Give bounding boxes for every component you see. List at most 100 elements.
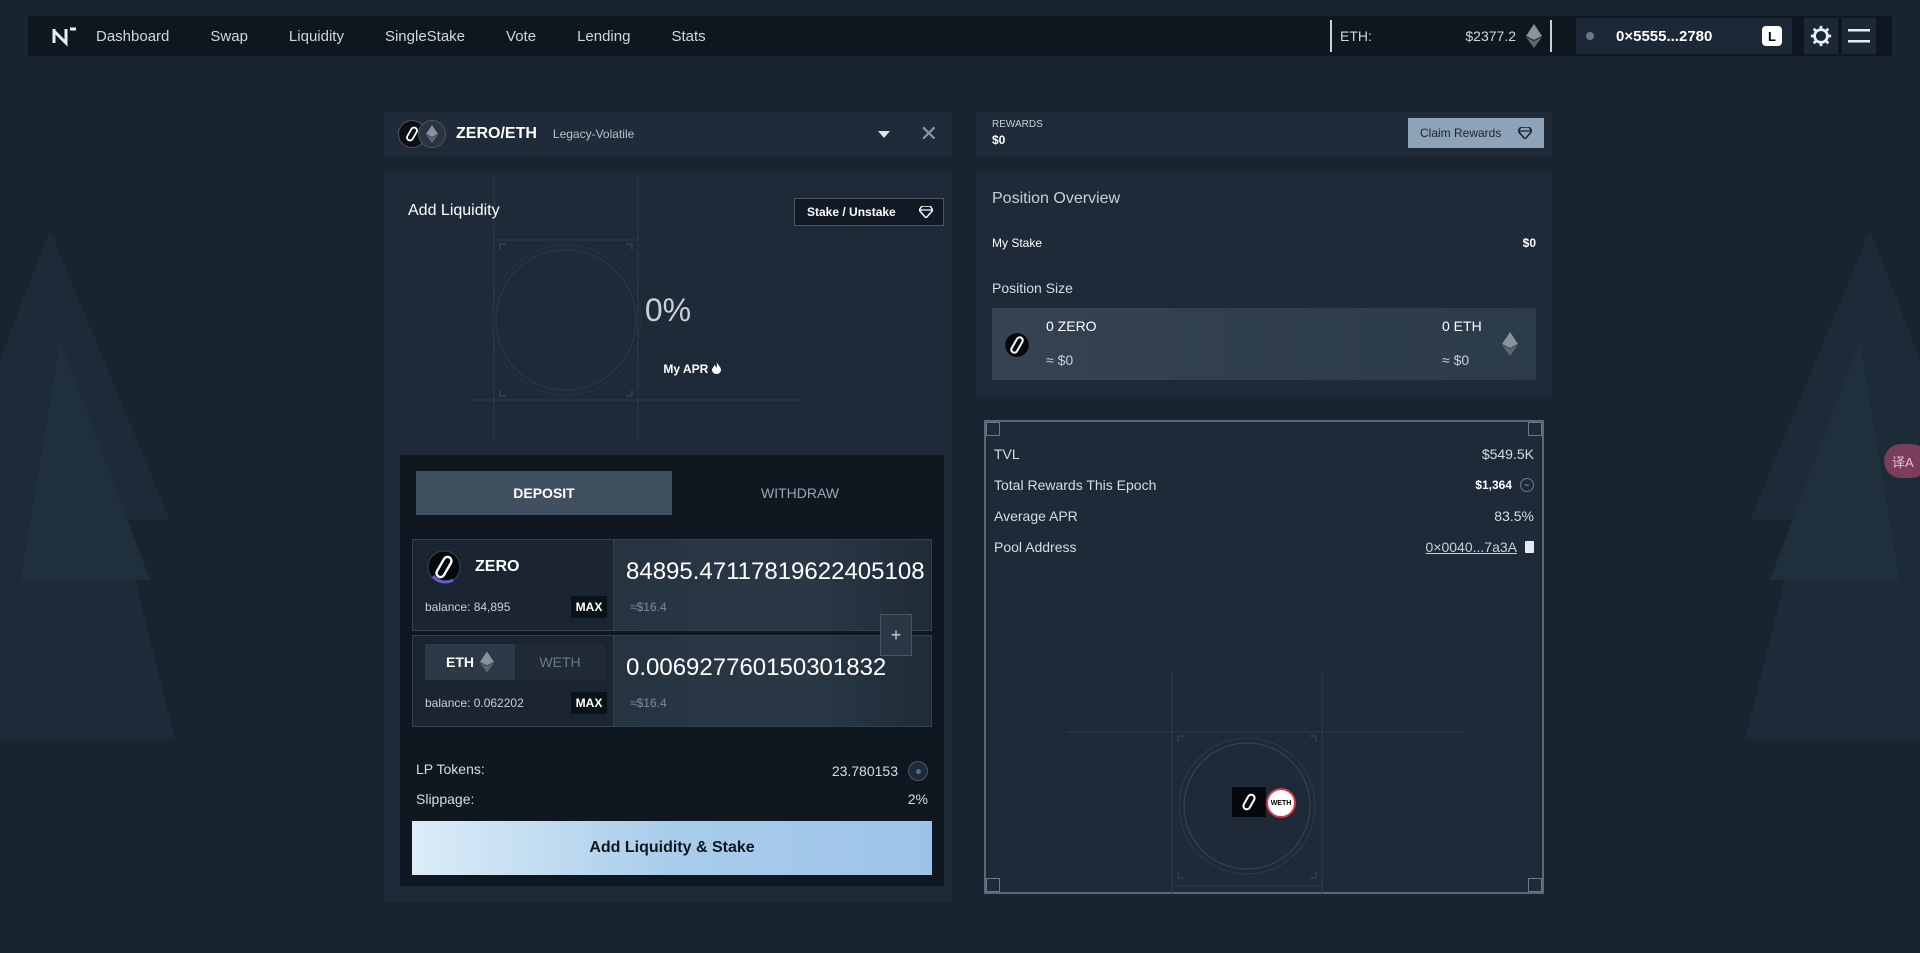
zero-token-icon [1004, 332, 1030, 363]
token-a-amount[interactable]: 84895.47117819622405108 [626, 558, 925, 586]
slippage-label: Slippage: [416, 791, 475, 807]
position-zero-usd: ≈ $0 [1046, 352, 1074, 368]
tab-deposit[interactable]: DEPOSIT [416, 471, 672, 515]
token-b-usd: ≈$16.4 [630, 696, 667, 710]
ethereum-icon [1502, 332, 1518, 356]
plus-icon[interactable]: + [880, 614, 912, 656]
wallet-address: 0×5555...2780 [1616, 27, 1713, 45]
position-eth-usd: ≈ $0 [1442, 352, 1470, 368]
average-apr-label: Average APR [994, 508, 1078, 524]
lp-tokens-row: LP Tokens: 23.780153 [416, 761, 928, 781]
eth-weth-toggle: ETH WETH [425, 644, 605, 680]
diamond-icon [919, 206, 933, 218]
ethereum-icon [480, 651, 494, 673]
lp-token-icon [908, 761, 928, 781]
tvl-row: TVL $549.5K [994, 446, 1534, 462]
reward-token-icon: ~ [1520, 478, 1534, 492]
token-a-selector[interactable]: ZERO balance: 84,895 MAX [413, 540, 613, 630]
app-logo-icon[interactable] [52, 24, 80, 48]
wallet-status-dot-icon [1586, 32, 1594, 40]
tvl-value: $549.5K [1481, 446, 1534, 462]
toggle-eth[interactable]: ETH [425, 644, 515, 680]
add-liquidity-stake-button[interactable]: Add Liquidity & Stake [412, 821, 932, 875]
eth-price-value: $2377.2 [1465, 28, 1516, 44]
pool-decorative-frame [1066, 672, 1466, 894]
slippage-value[interactable]: 2% [908, 791, 928, 807]
lp-tokens-label: LP Tokens: [416, 761, 485, 777]
token-a-balance: balance: 84,895 [425, 600, 511, 614]
wallet-provider-icon: L [1762, 26, 1782, 46]
zero-token-icon [427, 550, 461, 584]
nav-swap[interactable]: Swap [210, 28, 248, 45]
nav-dashboard[interactable]: Dashboard [96, 28, 169, 45]
token-b-selector: ETH WETH balance: 0.062202 MAX [413, 636, 613, 726]
chevron-down-icon[interactable] [877, 130, 890, 138]
token-b-amount[interactable]: 0.006927760150301832 [626, 654, 886, 682]
position-size-card: 0 ZERO ≈ $0 0 ETH ≈ $0 [992, 308, 1536, 380]
corner-decoration [986, 422, 1000, 436]
my-stake-value: $0 [1522, 236, 1536, 250]
toggle-weth[interactable]: WETH [515, 644, 605, 680]
pair-selector[interactable]: ZERO/ETH Legacy-Volatile ✕ [384, 112, 952, 156]
position-overview-title: Position Overview [992, 190, 1121, 207]
token-a-usd: ≈$16.4 [630, 600, 667, 614]
average-apr-row: Average APR 83.5% [994, 508, 1534, 524]
claim-rewards-label: Claim Rewards [1420, 126, 1502, 140]
rewards-epoch-label: Total Rewards This Epoch [994, 477, 1157, 493]
settings-button[interactable] [1804, 18, 1838, 54]
token-a-row: ZERO balance: 84,895 MAX 84895.471178196… [412, 539, 932, 631]
my-stake-row: My Stake $0 [992, 236, 1536, 250]
add-liquidity-title: Add Liquidity [408, 202, 500, 219]
wallet-button[interactable]: 0×5555...2780 L [1576, 18, 1792, 54]
weth-token-icon: WETH [1266, 788, 1296, 818]
corner-decoration [1528, 422, 1542, 436]
background-tree-right [1745, 230, 1920, 740]
eth-price-display: ETH: $2377.2 [1330, 20, 1552, 52]
claim-rewards-button[interactable]: Claim Rewards [1408, 118, 1544, 148]
top-navbar: Dashboard Swap Liquidity SingleStake Vot… [28, 16, 1892, 56]
nav-liquidity[interactable]: Liquidity [289, 28, 344, 45]
close-icon[interactable]: ✕ [920, 123, 938, 145]
token-a-symbol: ZERO [475, 558, 520, 575]
gear-icon [1810, 25, 1832, 47]
rewards-epoch-value: $1,364 [1475, 478, 1512, 492]
tab-withdraw[interactable]: WITHDRAW [672, 471, 928, 515]
apr-label: My APR [632, 362, 752, 376]
my-stake-label: My Stake [992, 236, 1043, 250]
eth-token-icon [418, 120, 446, 148]
stake-unstake-button[interactable]: Stake / Unstake [794, 198, 944, 226]
nav-vote[interactable]: Vote [506, 28, 536, 45]
hamburger-menu-icon [1848, 29, 1870, 43]
token-b-row: ETH WETH balance: 0.062202 MAX 0.0069277… [412, 635, 932, 727]
pool-address-label: Pool Address [994, 539, 1077, 555]
stake-unstake-label: Stake / Unstake [807, 205, 896, 219]
pool-address-row: Pool Address 0×0040...7a3A [994, 539, 1534, 555]
rewards-epoch-row: Total Rewards This Epoch $1,364 ~ [994, 477, 1534, 493]
deposit-withdraw-tabs: DEPOSIT WITHDRAW [416, 471, 928, 515]
pair-type: Legacy-Volatile [552, 127, 635, 141]
token-b-max-button[interactable]: MAX [571, 692, 607, 714]
position-size-label: Position Size [992, 280, 1073, 296]
eth-price-label: ETH: [1340, 28, 1372, 44]
add-liquidity-panel: Add Liquidity Stake / Unstake 0% My APR … [384, 172, 952, 902]
nav-singlestake[interactable]: SingleStake [385, 28, 465, 45]
token-b-balance: balance: 0.062202 [425, 696, 524, 710]
liquidity-form: DEPOSIT WITHDRAW ZERO balance: 84,895 MA… [400, 455, 944, 886]
pool-stats-panel: TVL $549.5K Total Rewards This Epoch $1,… [984, 420, 1544, 894]
rewards-label: REWARDS [992, 119, 1043, 130]
background-tree-left [0, 230, 175, 740]
corner-decoration [1528, 878, 1542, 892]
position-overview-panel: Position Overview My Stake $0 Position S… [976, 172, 1552, 396]
tvl-label: TVL [994, 446, 1020, 462]
corner-decoration [986, 878, 1000, 892]
token-a-max-button[interactable]: MAX [571, 596, 607, 618]
position-eth-amount: 0 ETH [1442, 318, 1482, 334]
copy-icon[interactable] [1525, 541, 1534, 553]
pool-address-link[interactable]: 0×0040...7a3A [1426, 539, 1517, 555]
nav-stats[interactable]: Stats [671, 28, 705, 45]
menu-button[interactable] [1842, 18, 1876, 54]
pair-icons [398, 120, 446, 148]
translate-button[interactable]: 译A [1884, 444, 1920, 478]
nav-lending[interactable]: Lending [577, 28, 630, 45]
rewards-bar: REWARDS $0 Claim Rewards [976, 112, 1552, 156]
